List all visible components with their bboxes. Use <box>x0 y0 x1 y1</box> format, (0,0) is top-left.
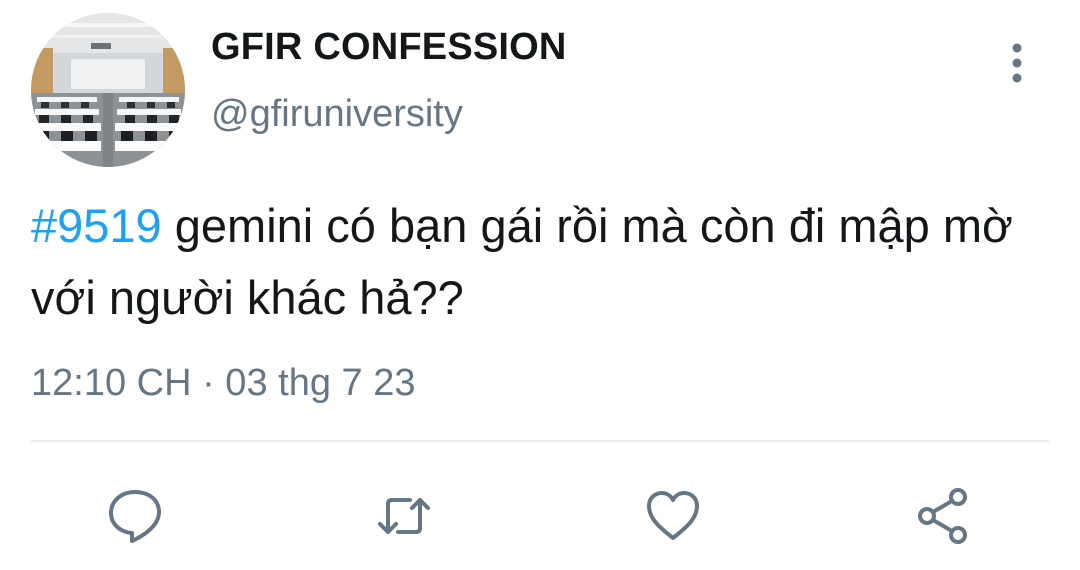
reply-button[interactable] <box>105 486 165 546</box>
more-options-button[interactable] <box>998 38 1038 88</box>
divider <box>31 440 1049 442</box>
share-button[interactable] <box>914 486 974 546</box>
handle[interactable]: @gfiruniversity <box>211 93 463 136</box>
hashtag-link[interactable]: #9519 <box>31 199 162 252</box>
comment-bubble-icon <box>109 490 161 543</box>
tweet-card: GFIR CONFESSION @gfiruniversity #9519 ge… <box>0 0 1080 570</box>
tweet-text: #9519 gemini có bạn gái rồi mà còn đi mậ… <box>31 190 1071 334</box>
more-vertical-icon <box>1012 43 1022 83</box>
like-button[interactable] <box>643 486 703 546</box>
heart-icon <box>647 491 699 540</box>
display-name[interactable]: GFIR CONFESSION <box>211 26 567 69</box>
tweet-body: gemini có bạn gái rồi mà còn đi mập mờ v… <box>31 199 1013 324</box>
retweet-button[interactable] <box>374 486 434 546</box>
avatar[interactable] <box>31 13 185 167</box>
retweet-icon <box>378 498 430 534</box>
classroom-photo-icon <box>31 13 185 167</box>
share-icon <box>918 488 967 544</box>
timestamp[interactable]: 12:10 CH · 03 thg 7 23 <box>31 362 415 405</box>
